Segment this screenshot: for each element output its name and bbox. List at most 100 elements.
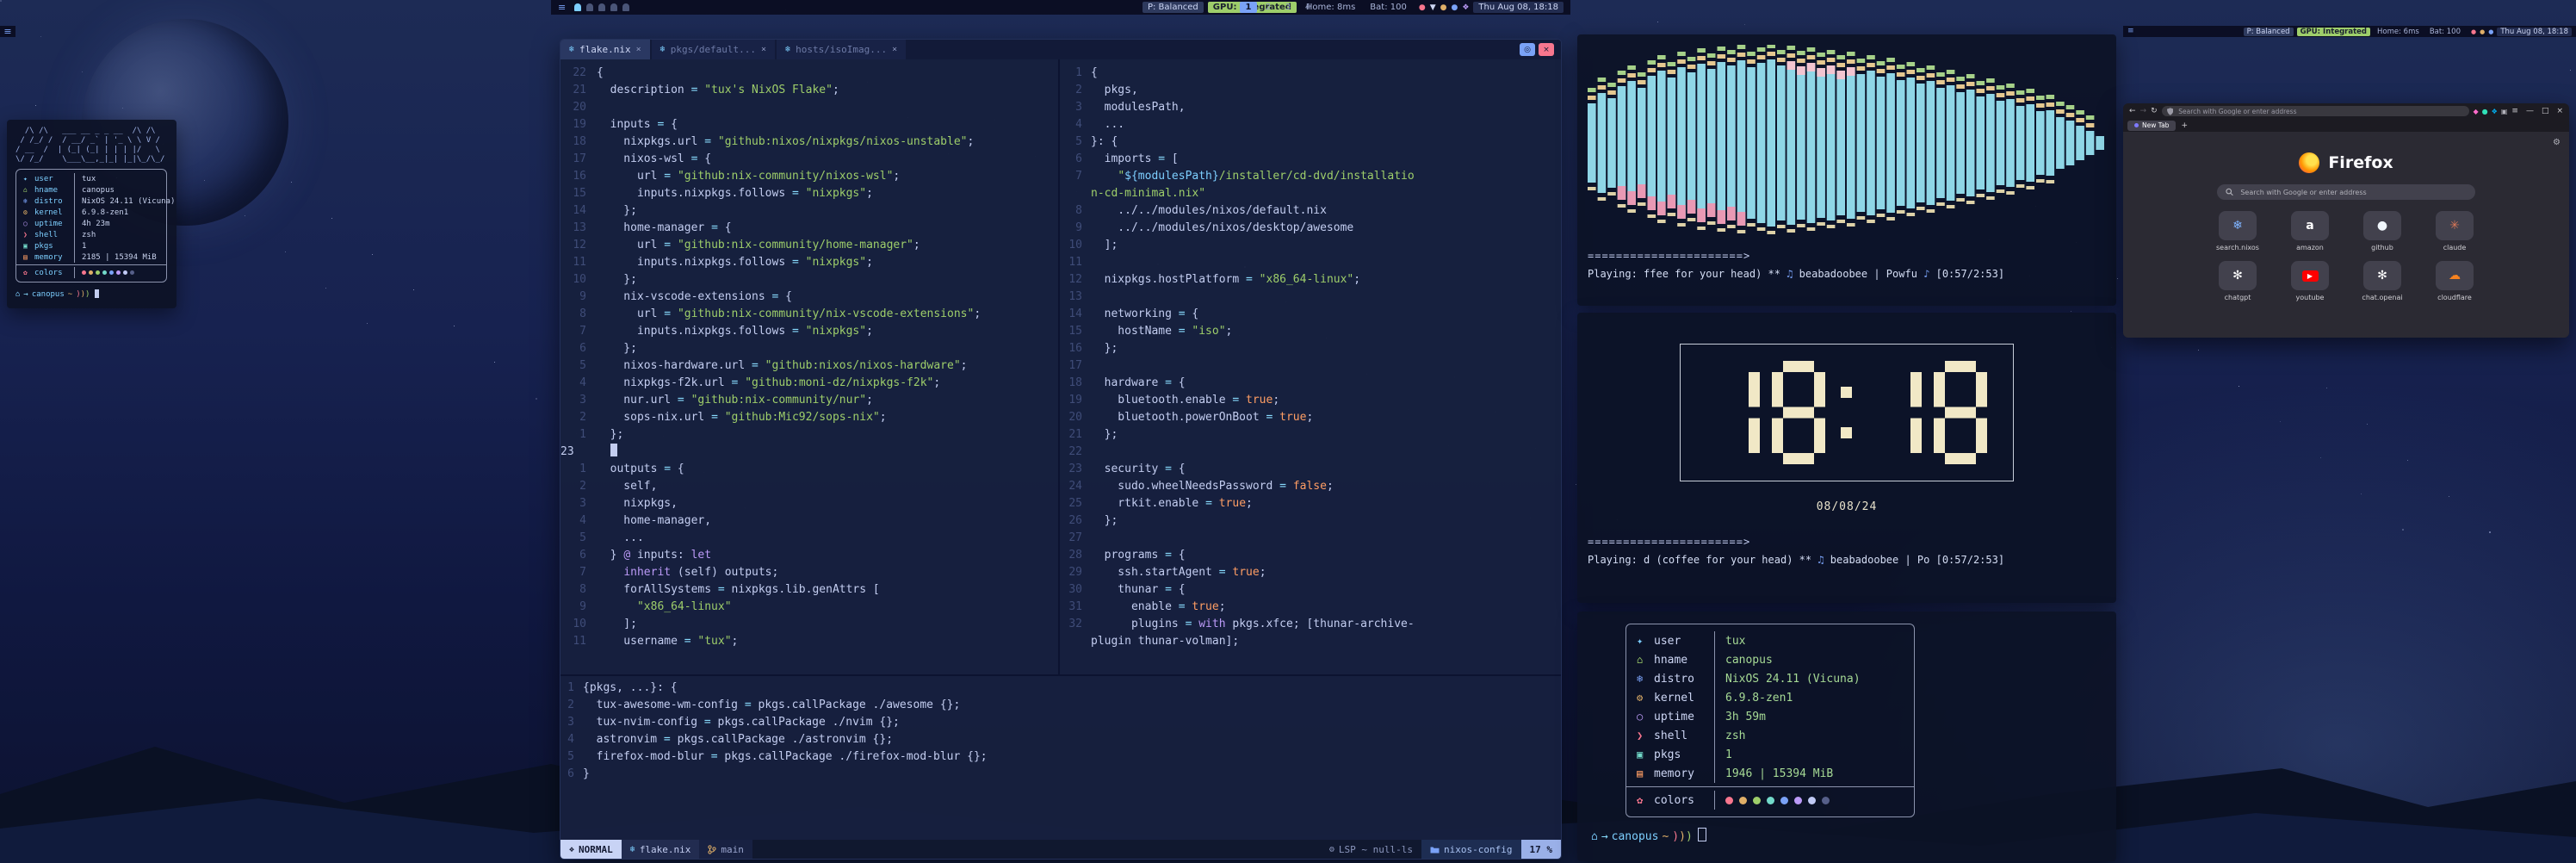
tag-ghost-icon-1[interactable] (574, 3, 581, 11)
terminal-window-fetch[interactable]: /\ /\ ___ __ _ _ __ /\ /\ / /_/ / / __/ … (7, 120, 176, 308)
workspace-tag-4[interactable]: 4 (1299, 2, 1316, 13)
fetch-divider (1626, 786, 1914, 787)
line-number: 5 (560, 530, 586, 547)
statusline-file: ❄ flake.nix (622, 840, 700, 859)
tab-close-icon[interactable]: × (636, 45, 641, 54)
workspace-tag-2[interactable]: 2 (1260, 2, 1277, 13)
terminal-window-visualizer[interactable]: ======================> Playing: ffee fo… (1577, 34, 2116, 306)
tile-label: search.nixos (2210, 244, 2265, 251)
shortcut-tile-github[interactable]: ●github (2355, 211, 2410, 251)
workspace-tag-1[interactable]: 1 (1240, 2, 1257, 13)
tag-ghost-icon-4[interactable] (610, 3, 617, 11)
extension-icon-3[interactable]: ❖ (2492, 108, 2498, 115)
code-line: 18 nixpkgs.url = "github:nixos/nixpkgs/n… (560, 133, 1058, 151)
tab-close-icon[interactable]: × (892, 45, 897, 54)
code-text: plugins = with pkgs.xfce; [thunar-archiv… (1091, 616, 1415, 633)
tray-icon-2[interactable]: ▼ (1430, 3, 1436, 12)
url-input[interactable] (2177, 107, 2463, 116)
shortcut-tile-search.nixos[interactable]: ❄search.nixos (2210, 211, 2265, 251)
code-line: 7 inherit (self) outputs; (560, 564, 1058, 581)
buffer-close-button[interactable]: × (1539, 43, 1554, 56)
shortcut-tile-youtube[interactable]: ▶youtube (2282, 261, 2338, 301)
forward-button[interactable]: → (2140, 107, 2147, 115)
shortcut-tile-claude[interactable]: ✳claude (2427, 211, 2482, 251)
firefox-window[interactable]: ← → ↻ ◆●❖▣ ≡ — □ × New Tab + ⚙ Firefox (2123, 103, 2569, 338)
tray-icon-4[interactable]: ● (1451, 3, 1458, 12)
editor-tab-hosts/isoImag...[interactable]: ❄hosts/isoImag...× (777, 40, 906, 59)
line-number: 14 (1060, 306, 1082, 323)
tag-ghost-icon-5[interactable] (622, 3, 629, 11)
editor-pane-iso[interactable]: 1{2 pkgs,3 modulesPath,4 ...5}: {6 impor… (1060, 59, 1562, 680)
menu-icon[interactable]: ≡ (3, 27, 11, 36)
tray-icon-1[interactable]: ● (1419, 3, 1426, 12)
workspace-tag-3[interactable]: 3 (1279, 2, 1297, 13)
maximize-button[interactable]: □ (2542, 107, 2549, 115)
code-line: 18 hardware = { (1060, 375, 1562, 392)
code-text: { (1091, 65, 1098, 82)
color-dot (82, 270, 86, 275)
line-number: 4 (560, 375, 586, 392)
line-number: 16 (560, 168, 586, 185)
extension-icon-1[interactable]: ◆ (2474, 108, 2479, 115)
tag-ghost-icon-2[interactable] (586, 3, 593, 11)
editor-tab-pkgs/default...[interactable]: ❄pkgs/default...× (652, 40, 775, 59)
menu-icon[interactable]: ≡ (558, 3, 566, 12)
line-number: 1 (560, 680, 574, 697)
code-text: outputs = { (597, 461, 684, 478)
tray-icon-3[interactable]: ● (2488, 28, 2493, 35)
shortcut-tile-chatgpt[interactable]: ✻chatgpt (2210, 261, 2265, 301)
terminal-window-clock[interactable]: 08/08/24 ======================> Playing… (1577, 313, 2116, 603)
search-input[interactable] (2239, 188, 2467, 197)
close-button[interactable]: × (2556, 107, 2563, 115)
fetch-value: tux (1714, 631, 1904, 650)
tray-icon-3[interactable]: ● (1440, 3, 1447, 12)
code-text: hardware = { (1091, 375, 1186, 392)
buffer-picker-button[interactable]: ◎ (1520, 43, 1535, 56)
code-line: 3 tux-nvim-config = pkgs.callPackage ./n… (560, 714, 1561, 731)
shortcut-tile-chat.openai[interactable]: ✻chat.openai (2355, 261, 2410, 301)
reload-button[interactable]: ↻ (2151, 107, 2158, 115)
tray-icon-2[interactable]: ● (2480, 28, 2485, 35)
search-bar[interactable] (2217, 184, 2475, 200)
personalize-gear-icon[interactable]: ⚙ (2553, 138, 2561, 147)
editor-pane-flake[interactable]: 22{21 description = "tux's NixOS Flake";… (560, 59, 1058, 680)
extension-icon-2[interactable]: ● (2482, 108, 2488, 115)
editor-tab-flake.nix[interactable]: ❄flake.nix× (560, 40, 650, 59)
fastfetch-box: ✦usertux⌂hnamecanopus❄distroNixOS 24.11 … (1625, 624, 1915, 817)
tab-new-tab[interactable]: New Tab (2127, 121, 2176, 131)
url-bar[interactable] (2162, 106, 2469, 116)
tag-ghost-icon-3[interactable] (598, 3, 605, 11)
extension-icon-4[interactable]: ▣ (2501, 108, 2508, 115)
color-dot (1753, 797, 1761, 804)
back-button[interactable]: ← (2129, 107, 2136, 115)
shortcut-tile-amazon[interactable]: aamazon (2282, 211, 2338, 251)
tab-close-icon[interactable]: × (761, 45, 766, 54)
terminal-cursor (1698, 828, 1706, 841)
ascii-art-line: \/ /_/ \___\__,_|_| |_|\_/\_/ (15, 155, 168, 165)
menu-icon[interactable]: ≡ (2127, 28, 2134, 35)
line-number: 11 (560, 633, 586, 650)
fetch-row-shell: ❯shellzsh (1637, 726, 1904, 745)
terminal-window-fastfetch[interactable]: ✦usertux⌂hnamecanopus❄distroNixOS 24.11 … (1577, 612, 2116, 861)
color-dot (123, 270, 127, 275)
tray-icon-1[interactable]: ● (2471, 28, 2476, 35)
code-line: 23 security = { (1060, 461, 1562, 478)
code-line: 3 nixpkgs, (560, 495, 1058, 512)
youtube-icon: ▶ (2302, 270, 2319, 282)
shortcut-tile-cloudflare[interactable]: ☁cloudflare (2427, 261, 2482, 301)
line-number: 10 (560, 271, 586, 289)
minimize-button[interactable]: — (2526, 107, 2534, 115)
code-text: }; (597, 271, 637, 289)
code-line: 1{ (1060, 65, 1562, 82)
editor-pane-pkgs[interactable]: 1{pkgs, ...}: {2 tux-awesome-wm-config =… (560, 676, 1561, 845)
new-tab-button[interactable]: + (2181, 121, 2188, 130)
line-number: 9 (560, 599, 586, 616)
neovim-window[interactable]: ❄flake.nix×❄pkgs/default...×❄hosts/isoIm… (560, 39, 1562, 860)
tray-icon-5[interactable]: ❖ (1462, 3, 1469, 12)
status-chip: Home: 6ms (2374, 28, 2423, 36)
code-text: } @ inputs: let (597, 547, 711, 564)
code-text: sudo.wheelNeedsPassword = false; (1091, 478, 1334, 495)
code-line: 13 home-manager = { (560, 220, 1058, 237)
code-line: 25 rtkit.enable = true; (1060, 495, 1562, 512)
hamburger-menu-button[interactable]: ≡ (2511, 107, 2518, 115)
